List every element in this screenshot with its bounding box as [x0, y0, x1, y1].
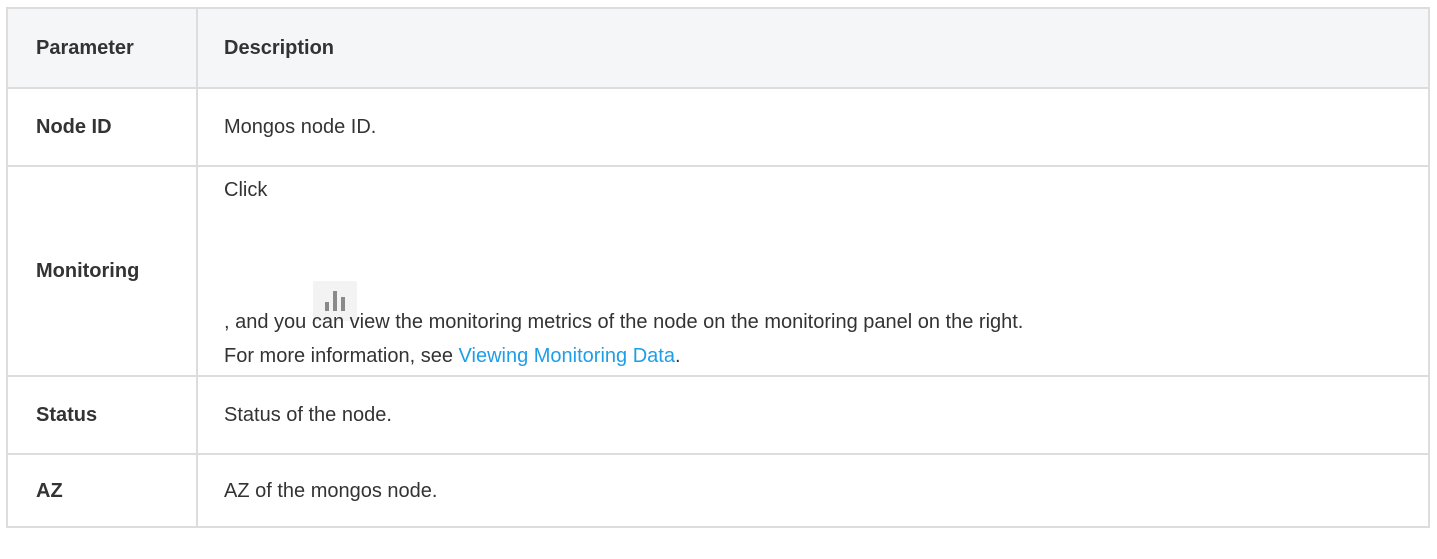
desc-monitoring-click: Click: [224, 179, 268, 201]
table-header-row: Parameter Description: [6, 7, 1430, 89]
param-node-id: Node ID: [6, 87, 198, 167]
desc-monitoring-after-icon: , and you can view the monitoring metric…: [224, 311, 1024, 333]
table-row: AZ AZ of the mongos node.: [6, 453, 1430, 528]
more-info-suffix: .: [674, 345, 681, 367]
desc-status: Status of the node.: [196, 375, 1430, 455]
parameter-table: Parameter Description Node ID Mongos nod…: [6, 7, 1430, 528]
more-info-prefix: For more information, see: [224, 345, 459, 367]
table-row: Monitoring Click , and you can view the …: [6, 165, 1430, 377]
desc-monitoring: Click , and you can view the monitoring …: [196, 165, 1430, 377]
table-row: Status Status of the node.: [6, 375, 1430, 455]
header-description: Description: [196, 7, 1430, 89]
table-row: Node ID Mongos node ID.: [6, 87, 1430, 167]
desc-node-id: Mongos node ID.: [196, 87, 1430, 167]
param-az: AZ: [6, 453, 198, 528]
param-status: Status: [6, 375, 198, 455]
desc-az: AZ of the mongos node.: [196, 453, 1430, 528]
param-monitoring: Monitoring: [6, 165, 198, 377]
desc-monitoring-more: For more information, see Viewing Monito…: [224, 339, 1428, 373]
viewing-monitoring-data-link[interactable]: Viewing Monitoring Data: [459, 345, 675, 367]
header-parameter: Parameter: [6, 7, 198, 89]
